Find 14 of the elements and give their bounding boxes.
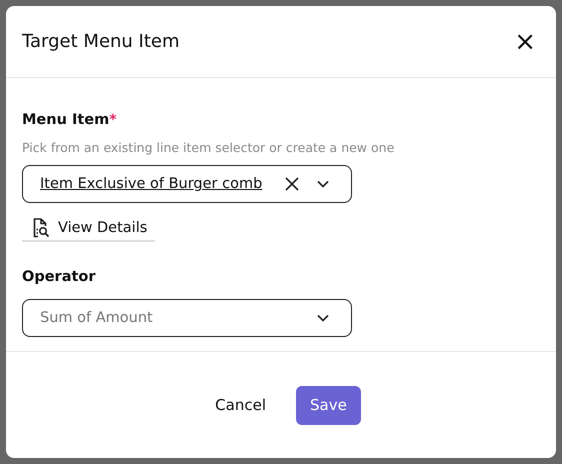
chevron-down-icon (317, 314, 329, 322)
field-hint: Pick from an existing line item selector or create a new one (22, 140, 394, 155)
operator-select[interactable]: Sum of Amount (22, 299, 352, 337)
field-label: Menu Item (22, 112, 110, 128)
close-button[interactable]: × (510, 28, 540, 54)
clear-icon[interactable] (285, 177, 299, 191)
dialog-title: Target Menu Item (22, 31, 180, 52)
view-details-link[interactable]: View Details (22, 216, 156, 242)
menu-item-select[interactable]: Item Exclusive of Burger comb (22, 165, 352, 203)
save-button[interactable]: Save (296, 386, 361, 424)
document-search-icon (32, 218, 50, 238)
field-label: Operator (22, 269, 96, 285)
chevron-down-icon (317, 180, 329, 188)
required-mark: * (109, 112, 117, 128)
